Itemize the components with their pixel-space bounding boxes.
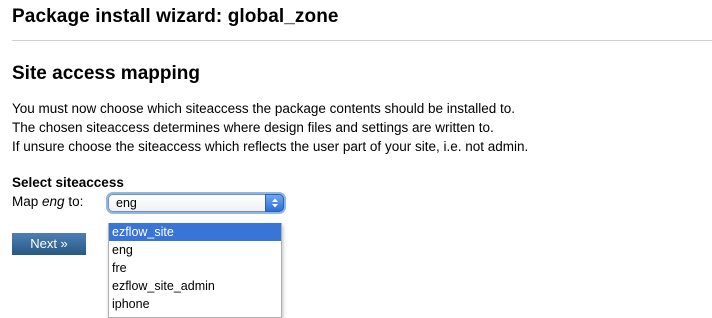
map-suffix: to: [68,194,84,209]
map-row: Map eng to: [12,192,83,212]
siteaccess-select-value: eng [116,196,137,210]
intro-line: You must now choose which siteaccess the… [12,101,516,116]
map-language: eng [42,194,65,209]
intro-line: If unsure choose the siteaccess which re… [12,139,529,154]
siteaccess-dropdown-list: ezflow_site eng fre ezflow_site_admin ip… [108,223,282,318]
dropdown-option-ezflow-site-admin[interactable]: ezflow_site_admin [109,277,281,295]
dropdown-option-fre[interactable]: fre [109,259,281,277]
title-divider [12,40,712,41]
map-prefix: Map [12,194,39,209]
dropdown-option-ezflow-site[interactable]: ezflow_site [109,223,281,241]
wizard-page: Package install wizard: global_zone Site… [12,0,712,318]
wizard-title: Package install wizard: global_zone [12,6,339,27]
dropdown-option-eng[interactable]: eng [109,241,281,259]
next-button[interactable]: Next » [12,233,86,255]
select-arrows-icon[interactable] [265,194,284,212]
select-siteaccess-label: Select siteaccess [12,175,124,190]
intro-line: The chosen siteaccess determines where d… [12,120,494,135]
intro-text: You must now choose which siteaccess the… [12,99,528,156]
siteaccess-select[interactable]: eng [108,194,284,212]
updown-chevron-icon [272,198,278,208]
dropdown-option-iphone[interactable]: iphone [109,295,281,313]
section-title: Site access mapping [12,63,200,84]
